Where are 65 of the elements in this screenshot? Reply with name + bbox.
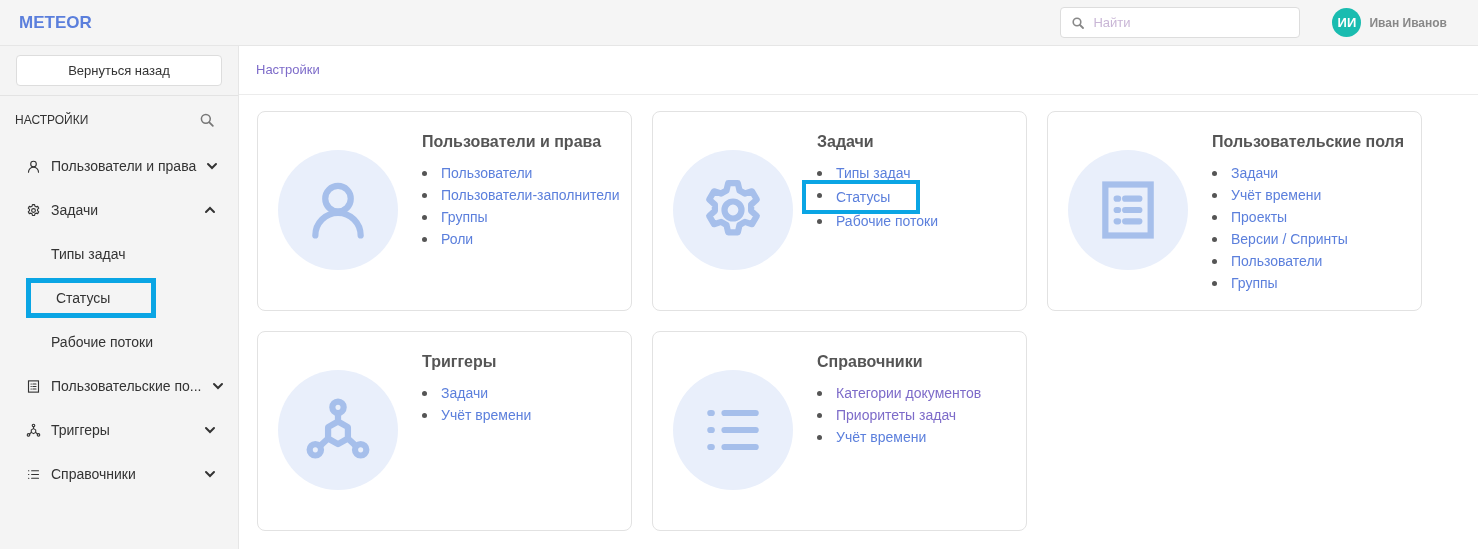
logo[interactable]: METEOR bbox=[19, 9, 92, 36]
card-link[interactable]: Роли bbox=[441, 228, 474, 250]
sidebar-item[interactable]: Справочники bbox=[0, 452, 238, 496]
bullet-icon bbox=[1212, 215, 1217, 220]
sidebar-subitem[interactable]: Рабочие потоки bbox=[26, 322, 156, 362]
card-link[interactable]: Задачи bbox=[1231, 162, 1278, 184]
form-icon bbox=[26, 378, 41, 394]
card-link[interactable]: Пользователи bbox=[441, 162, 533, 184]
chevron-down-icon bbox=[211, 380, 224, 392]
bullet-icon bbox=[817, 219, 822, 224]
card-link[interactable]: Категории документов bbox=[836, 382, 982, 404]
back-button[interactable]: Вернуться назад bbox=[16, 55, 222, 86]
chevron-down-icon bbox=[206, 160, 219, 172]
bullet-icon bbox=[817, 435, 822, 440]
card-title: Задачи bbox=[817, 132, 875, 152]
network-icon bbox=[26, 422, 41, 438]
card-link[interactable]: Приоритеты задач bbox=[836, 404, 957, 426]
card-link[interactable]: Учёт времени bbox=[836, 426, 927, 448]
bullet-icon bbox=[422, 215, 427, 220]
sidebar-item[interactable]: Пользовательские по... bbox=[0, 364, 238, 408]
bullet-icon bbox=[817, 193, 822, 198]
card-title: Справочники bbox=[817, 352, 924, 372]
breadcrumb-link[interactable]: Настройки bbox=[256, 60, 320, 80]
card-link[interactable]: Учёт времени bbox=[1231, 184, 1322, 206]
bullet-icon bbox=[422, 237, 427, 242]
bullet-icon bbox=[422, 171, 427, 176]
bullet-icon bbox=[422, 413, 427, 418]
bullet-icon bbox=[1212, 171, 1217, 176]
bullet-icon bbox=[422, 391, 427, 396]
card-link[interactable]: Пользователи bbox=[1231, 250, 1323, 272]
card-link[interactable]: Статусы bbox=[802, 180, 921, 214]
bullet-icon bbox=[422, 193, 427, 198]
bullet-icon bbox=[1212, 193, 1217, 198]
card-title: Пользователи и права bbox=[422, 132, 603, 152]
search-icon bbox=[1072, 17, 1085, 29]
sidebar-subitem[interactable]: Статусы bbox=[26, 278, 156, 318]
user-avatar[interactable]: ИИ bbox=[1332, 8, 1362, 37]
bullet-icon bbox=[1212, 281, 1217, 286]
card-title: Триггеры bbox=[422, 352, 498, 372]
card-link[interactable]: Пользователи-заполнители bbox=[441, 184, 620, 206]
card-link[interactable]: Проекты bbox=[1231, 206, 1288, 228]
card-link[interactable]: Группы bbox=[441, 206, 488, 228]
bullet-icon bbox=[817, 413, 822, 418]
sidebar-item[interactable]: Задачи bbox=[0, 188, 238, 232]
user-name[interactable]: Иван Иванов bbox=[1369, 13, 1447, 32]
bullet-icon bbox=[817, 391, 822, 396]
sidebar-title: НАСТРОЙКИ bbox=[15, 111, 89, 129]
card-link[interactable]: Учёт времени bbox=[441, 404, 532, 426]
search-field[interactable]: Найти bbox=[1060, 7, 1301, 38]
chevron-down-icon bbox=[204, 424, 216, 436]
bullet-icon bbox=[1212, 259, 1217, 264]
card-link[interactable]: Задачи bbox=[441, 382, 488, 404]
sidebar-item[interactable]: Триггеры bbox=[0, 408, 238, 452]
chevron-up-icon bbox=[204, 204, 216, 216]
bullet-icon bbox=[1212, 237, 1217, 242]
card-title: Пользовательские поля bbox=[1212, 132, 1405, 152]
sidebar-subitem[interactable]: Типы задач bbox=[26, 234, 156, 274]
bullet-icon bbox=[817, 171, 822, 176]
sidebar-item[interactable]: Пользователи и права bbox=[0, 144, 238, 188]
card-link[interactable]: Группы bbox=[1231, 272, 1278, 294]
search-icon[interactable] bbox=[200, 113, 214, 127]
chevron-down-icon bbox=[204, 468, 216, 480]
card-link[interactable]: Версии / Спринты bbox=[1231, 228, 1348, 250]
gear-icon bbox=[26, 202, 41, 218]
user-icon bbox=[26, 158, 41, 174]
